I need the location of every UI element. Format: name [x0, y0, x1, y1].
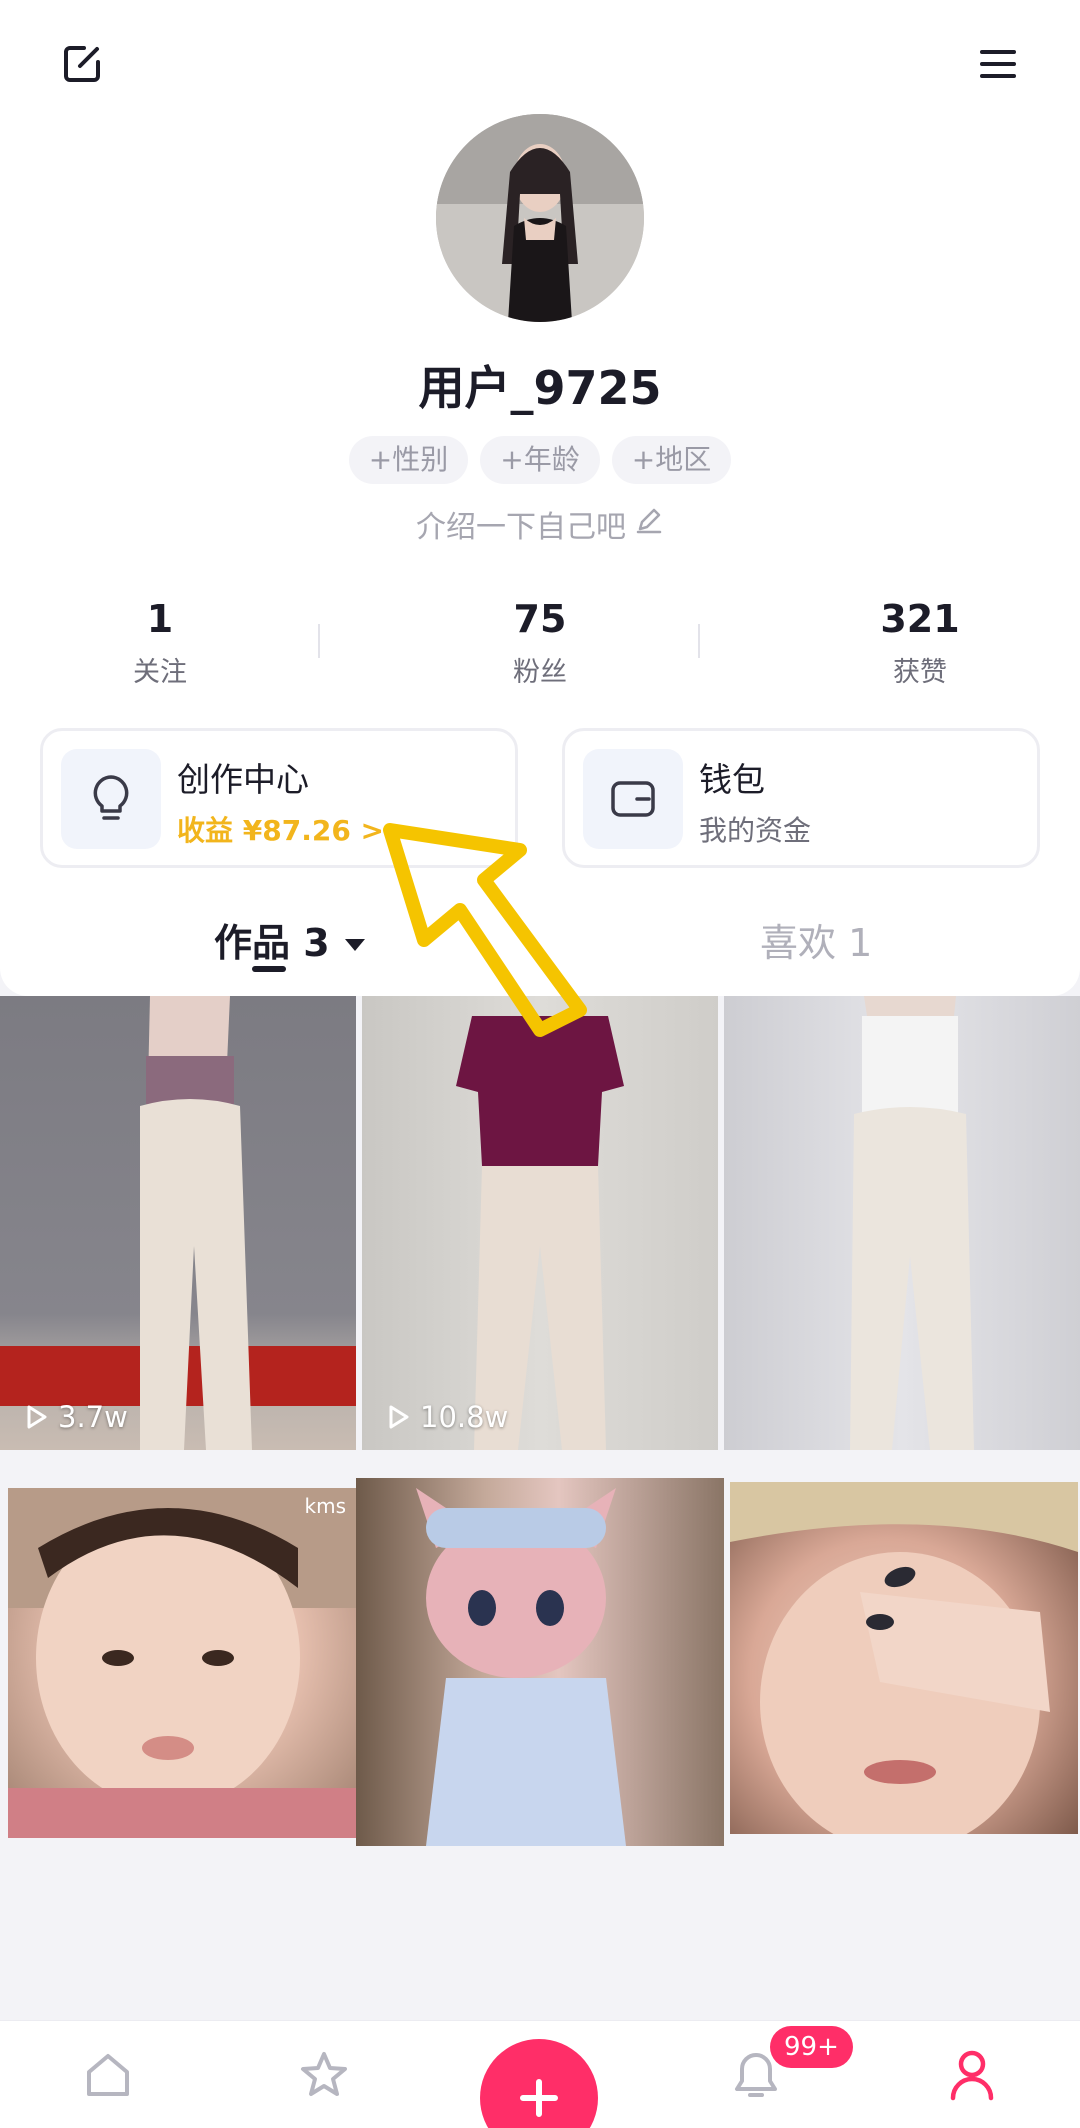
thumbnail-image [850, 996, 974, 1450]
home-icon[interactable] [76, 2043, 140, 2107]
bio-field[interactable]: 介绍一下自己吧 [0, 502, 1080, 546]
wallet-card[interactable]: 钱包 我的资金 [562, 728, 1040, 868]
star-icon[interactable] [292, 2043, 356, 2107]
video-thumbnail[interactable] [724, 996, 1080, 1450]
video-thumbnail[interactable] [730, 1482, 1078, 1834]
stat-label: 获赞 [893, 657, 947, 688]
thumbnail-image [456, 1016, 624, 1450]
stats-row: 1 关注 75 粉丝 321 获赞 [0, 594, 1080, 694]
watermark: kms [304, 1494, 346, 1518]
view-count-text: 3.7w [58, 1400, 128, 1434]
bio-text: 介绍一下自己吧 [416, 510, 626, 545]
stat-following[interactable]: 1 关注 [0, 594, 320, 689]
username: 用户_9725 [418, 361, 662, 415]
lightbulb-icon [61, 749, 161, 849]
thumbnail-image [416, 1488, 626, 1846]
stat-followers[interactable]: 75 粉丝 [380, 594, 700, 689]
creator-center-title: 创作中心 [177, 760, 309, 799]
edit-square-icon[interactable] [54, 36, 110, 92]
video-thumbnail[interactable] [356, 1478, 724, 1846]
profile-page: 用户_9725 +性别 +年龄 +地区 介绍一下自己吧 1 关注 75 粉丝 3… [0, 0, 1080, 2128]
stat-value: 75 [513, 597, 567, 641]
stat-label: 粉丝 [513, 657, 567, 688]
highlight-arrow [383, 823, 587, 1037]
thumbnail-image [8, 1488, 356, 1838]
video-thumbnail[interactable]: kms [8, 1488, 356, 1838]
tag-region[interactable]: +地区 [611, 436, 732, 484]
stat-value: 321 [880, 597, 960, 641]
play-icon [27, 1405, 47, 1429]
tab-likes[interactable]: 喜欢 1 [760, 912, 872, 967]
divider [698, 624, 700, 658]
notification-badge: 99+ [770, 2026, 853, 2068]
earnings-text: 收益 ¥87.26 > [177, 814, 385, 847]
tab-works-label: 作品 3 [214, 921, 330, 965]
bottom-nav [0, 2020, 1080, 2128]
stat-label: 关注 [133, 657, 187, 688]
tab-works[interactable]: 作品 3 [214, 912, 366, 967]
view-count: 10.8w [384, 1400, 508, 1434]
divider [318, 624, 320, 658]
plus-icon [520, 2079, 558, 2117]
view-count-text: 10.8w [420, 1400, 509, 1434]
profile-tags: +性别 +年龄 +地区 [0, 436, 1080, 484]
wallet-title: 钱包 [699, 760, 765, 799]
thumbnail-image [0, 996, 356, 1450]
wallet-subtitle: 我的资金 [699, 814, 812, 847]
tab-indicator [252, 966, 286, 972]
tag-age[interactable]: +年龄 [480, 436, 600, 484]
caret-down-icon[interactable] [344, 918, 366, 962]
tag-gender[interactable]: +性别 [348, 436, 469, 484]
video-thumbnail[interactable]: 3.7w [0, 996, 356, 1450]
person-icon[interactable] [940, 2043, 1004, 2107]
play-icon [389, 1405, 409, 1429]
video-thumbnail[interactable]: 10.8w [362, 996, 718, 1450]
hamburger-menu-icon[interactable] [970, 36, 1026, 92]
thumbnail-image [730, 1482, 1078, 1834]
stat-likes[interactable]: 321 获赞 [760, 594, 1080, 689]
stat-value: 1 [146, 597, 174, 641]
avatar[interactable] [436, 114, 644, 322]
view-count: 3.7w [22, 1400, 128, 1434]
pencil-icon [634, 505, 664, 543]
create-button[interactable] [480, 2039, 598, 2128]
